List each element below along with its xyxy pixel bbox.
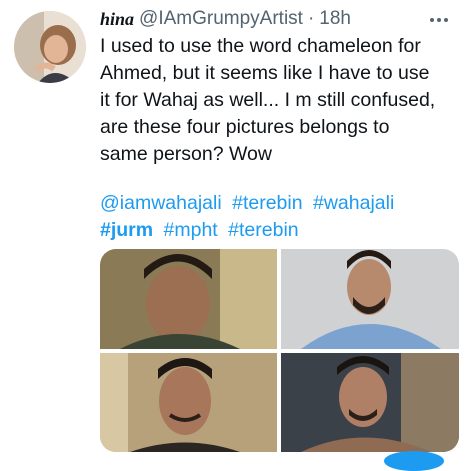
- hashtag-link[interactable]: #wahajali: [313, 192, 394, 214]
- tweet-header: hina @IAmGrumpyArtist · 18h: [100, 7, 351, 31]
- hashtag-link[interactable]: #terebin: [228, 219, 298, 241]
- avatar[interactable]: [14, 11, 86, 83]
- hashtag-list: @iamwahajali #terebin #wahajali #jurm #m…: [100, 190, 470, 244]
- hashtag-link[interactable]: #jurm: [100, 219, 153, 241]
- tweet-photo-4[interactable]: [281, 353, 459, 452]
- mention-link[interactable]: @iamwahajali: [100, 192, 222, 214]
- more-icon[interactable]: [427, 10, 451, 30]
- floating-action-button[interactable]: [384, 451, 444, 471]
- media-grid: [100, 249, 459, 452]
- tweet-text: I used to use the word chameleon for Ahm…: [100, 35, 436, 165]
- tweet-photo-3[interactable]: [100, 353, 277, 452]
- tweet-photo-2[interactable]: [281, 249, 459, 349]
- user-handle[interactable]: @IAmGrumpyArtist: [139, 8, 303, 30]
- display-name[interactable]: hina: [100, 9, 134, 30]
- tweet-photo-1[interactable]: [100, 249, 277, 349]
- timestamp[interactable]: 18h: [319, 8, 351, 30]
- hashtag-link[interactable]: #terebin: [232, 192, 302, 214]
- hashtag-link[interactable]: #mpht: [164, 219, 218, 241]
- separator-dot: ·: [307, 8, 315, 29]
